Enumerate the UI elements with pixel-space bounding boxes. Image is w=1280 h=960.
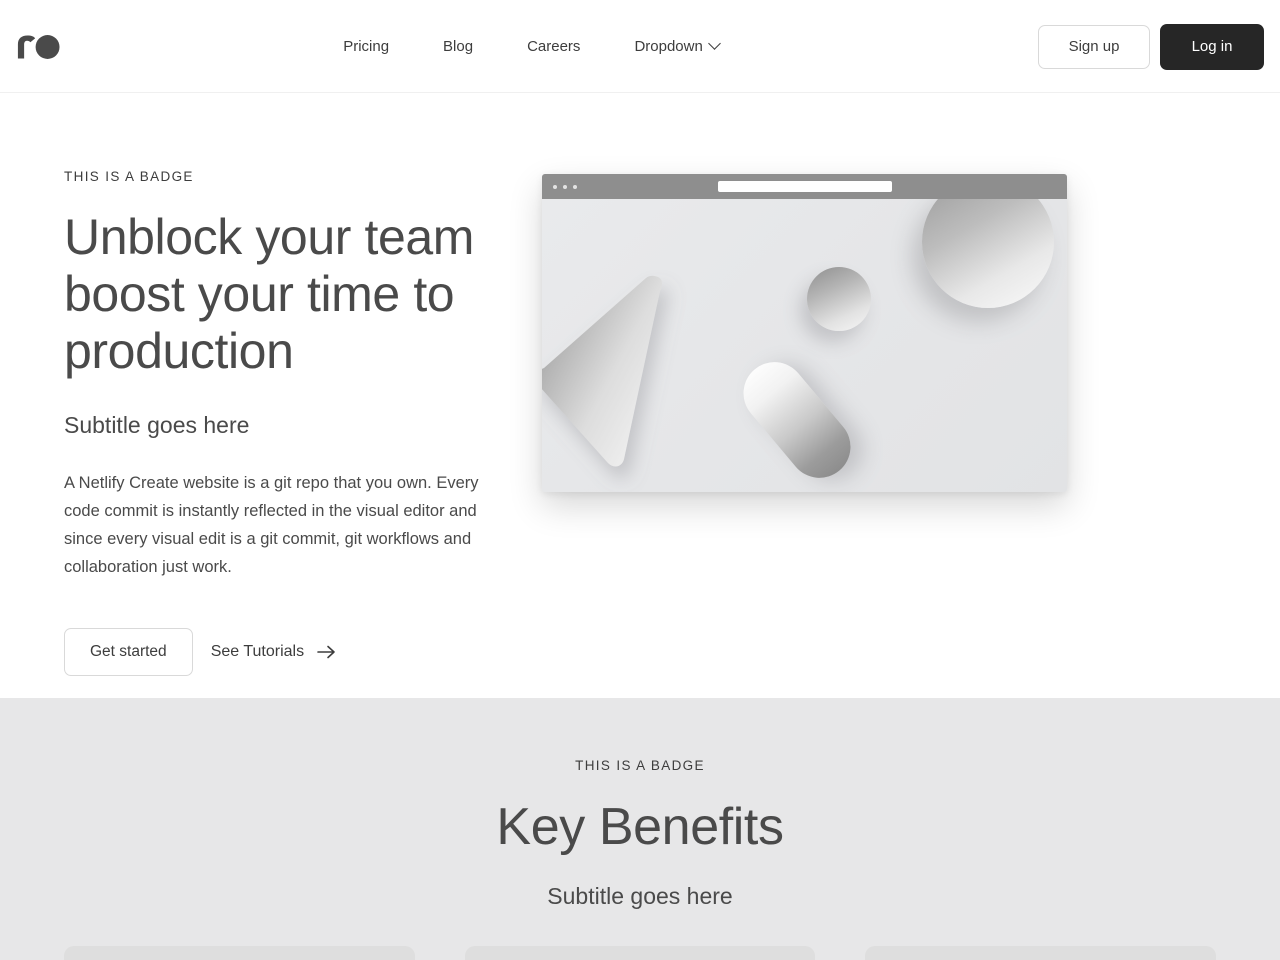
benefit-card-2[interactable] xyxy=(464,946,816,960)
main-nav: Pricing Blog Careers Dropdown xyxy=(316,37,746,55)
hero-image-area xyxy=(534,169,1216,698)
window-dot-maximize xyxy=(573,184,577,189)
key-benefits-section: THIS IS A BADGE Key Benefits Subtitle go… xyxy=(0,698,1280,960)
hero-content: THIS IS A BADGE Unblock your team boost … xyxy=(64,169,534,698)
nav-item-label: Pricing xyxy=(343,38,390,55)
hero-section: THIS IS A BADGE Unblock your team boost … xyxy=(0,93,1280,698)
get-started-button[interactable]: Get started xyxy=(64,628,193,676)
browser-title-bar xyxy=(542,174,1067,199)
cone-shape-icon xyxy=(542,275,663,467)
browser-mockup xyxy=(542,174,1067,492)
benefits-subtitle: Subtitle goes here xyxy=(547,883,733,909)
nav-item-blog[interactable]: Blog xyxy=(416,38,500,55)
benefits-badge: THIS IS A BADGE xyxy=(575,758,705,773)
hero-badge: THIS IS A BADGE xyxy=(64,169,194,184)
header-actions: Sign up Log in xyxy=(1038,23,1264,70)
nav-item-dropdown[interactable]: Dropdown xyxy=(607,37,745,55)
hero-subtitle: Subtitle goes here xyxy=(64,412,250,438)
window-dot-minimize xyxy=(563,184,567,189)
hero-body-text: A Netlify Create website is a git repo t… xyxy=(64,474,479,576)
see-tutorials-label: See Tutorials xyxy=(210,643,305,660)
chevron-down-icon xyxy=(707,37,721,50)
see-tutorials-link[interactable]: See Tutorials xyxy=(209,643,336,661)
nav-item-pricing[interactable]: Pricing xyxy=(316,38,416,55)
benefit-card-1[interactable] xyxy=(64,946,415,960)
browser-url-bar xyxy=(717,181,892,192)
hero-title: Unblock your team boost your time to pro… xyxy=(64,209,475,379)
window-controls xyxy=(553,184,577,189)
benefits-title: Key Benefits xyxy=(496,798,784,856)
window-dot-close xyxy=(553,184,557,189)
nav-item-label: Dropdown xyxy=(634,38,703,55)
sign-up-button[interactable]: Sign up xyxy=(1038,24,1150,69)
nav-item-careers[interactable]: Careers xyxy=(500,38,607,55)
nav-item-label: Blog xyxy=(443,38,474,55)
ro-logo[interactable] xyxy=(16,32,60,62)
capsule-shape-icon xyxy=(730,349,864,491)
logo-icon xyxy=(17,34,60,59)
site-header: Pricing Blog Careers Dropdown Sign up Lo… xyxy=(0,0,1280,93)
nav-item-label: Careers xyxy=(527,38,581,55)
log-in-button[interactable]: Log in xyxy=(1160,23,1264,70)
benefits-card-row xyxy=(64,946,1217,960)
benefit-card-3[interactable] xyxy=(865,946,1217,960)
hero-actions: Get started See Tutorials xyxy=(64,628,534,676)
arrow-right-icon xyxy=(317,645,335,659)
browser-viewport xyxy=(542,199,1067,492)
sphere-small-shape-icon xyxy=(807,267,871,331)
sphere-large-shape-icon xyxy=(922,199,1054,308)
